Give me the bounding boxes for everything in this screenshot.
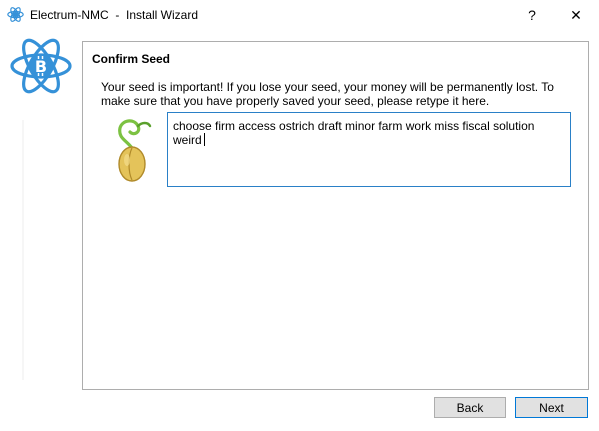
- svg-text:B: B: [35, 57, 47, 76]
- seed-input[interactable]: choose firm access ostrich draft minor f…: [167, 112, 571, 187]
- electrum-bitcoin-logo: B: [10, 38, 72, 94]
- next-button[interactable]: Next: [515, 397, 588, 418]
- electrum-atom-icon: [7, 7, 24, 22]
- seed-sprout-icon: [118, 119, 152, 182]
- title-bar: Electrum-NMC - Install Wizard ? ✕: [0, 0, 599, 30]
- seed-input-text: choose firm access ostrich draft minor f…: [173, 119, 535, 147]
- back-button[interactable]: Back: [434, 397, 506, 418]
- close-button[interactable]: ✕: [556, 0, 596, 30]
- text-caret: [203, 133, 205, 146]
- page-title: Confirm Seed: [92, 52, 171, 66]
- help-button[interactable]: ?: [512, 0, 552, 30]
- confirm-seed-panel: Confirm Seed Your seed is important! If …: [82, 41, 589, 390]
- window-title: Electrum-NMC - Install Wizard: [30, 8, 199, 22]
- seed-warning-text: Your seed is important! If you lose your…: [101, 80, 554, 108]
